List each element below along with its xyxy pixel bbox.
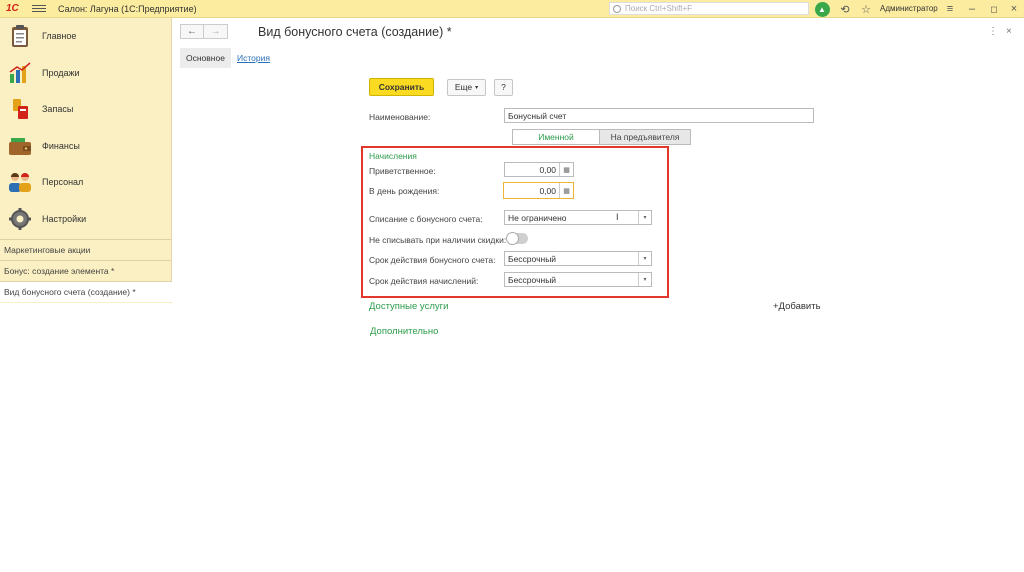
form-close-icon[interactable]: ×	[1006, 26, 1012, 37]
account-term-select[interactable]: Бессрочный ▾	[504, 251, 652, 266]
writeoff-label: Списание с бонусного счета:	[369, 214, 483, 224]
sidebar-item-label: Запасы	[42, 104, 74, 115]
chevron-down-icon[interactable]: ▾	[638, 273, 651, 286]
chevron-down-icon[interactable]: ▾	[638, 211, 651, 224]
toggle-knob	[506, 232, 519, 245]
services-section-title[interactable]: Доступные услуги	[369, 301, 448, 312]
sidebar-item-main[interactable]: Главное	[0, 18, 171, 55]
welcome-label: Приветственное:	[369, 166, 436, 176]
sidebar-item-label: Настройки	[42, 213, 87, 224]
welcome-bonus-field[interactable]: 0,00 ▦	[504, 162, 574, 177]
sidebar-item-inventory[interactable]: Запасы	[0, 91, 171, 128]
no-writeoff-toggle[interactable]	[506, 232, 528, 245]
welcome-bonus-value: 0,00	[539, 164, 556, 175]
account-term-value: Бессрочный	[508, 253, 557, 264]
add-service-button[interactable]: +Добавить	[773, 301, 821, 312]
save-button[interactable]: Сохранить	[369, 78, 434, 96]
inventory-icon	[7, 96, 33, 122]
more-button-label: Еще	[454, 82, 473, 92]
no-writeoff-label: Не списывать при наличии скидки:	[369, 235, 507, 245]
app-logo: 1С	[6, 3, 19, 14]
sidebar-item-sales[interactable]: Продажи	[0, 55, 171, 92]
writeoff-select[interactable]: Не ограничено ▾	[504, 210, 652, 225]
sales-chart-icon	[7, 60, 33, 86]
open-windows-list: Маркетинговые акции Бонус: создание элем…	[0, 239, 172, 302]
help-button[interactable]: ?	[494, 78, 513, 96]
people-icon	[7, 169, 33, 195]
sidebar-item-label: Персонал	[42, 177, 84, 188]
top-bar: 1С Салон: Лагуна (1С:Предприятие) Поиск …	[0, 0, 1024, 18]
writeoff-value: Не ограничено	[508, 212, 567, 223]
open-window-item[interactable]: Бонус: создание элемента *	[0, 260, 172, 281]
history-icon[interactable]: ⟲	[837, 1, 853, 17]
navigation-buttons: ← →	[180, 24, 228, 39]
form-toolbar: Сохранить Еще ▾ ?	[369, 78, 513, 96]
open-window-item[interactable]: Маркетинговые акции	[0, 239, 172, 260]
tab-main[interactable]: Основное	[180, 48, 231, 68]
account-kind-switch: Именной На предъявителя	[512, 129, 691, 145]
birthday-bonus-field[interactable]: 0,00 ▦	[503, 182, 574, 199]
tab-history[interactable]: История	[231, 48, 276, 68]
account-term-label: Срок действия бонусного счета:	[369, 255, 496, 265]
accrual-term-select[interactable]: Бессрочный ▾	[504, 272, 652, 287]
form-tabs: Основное История	[180, 48, 276, 68]
back-arrow-icon[interactable]: ←	[180, 24, 204, 39]
chevron-down-icon: ▾	[475, 84, 479, 91]
open-window-item-active[interactable]: Вид бонусного счета (создание) *	[0, 281, 172, 302]
notifications-icon[interactable]: ▲	[814, 1, 830, 17]
search-icon	[613, 4, 621, 13]
kind-option-named[interactable]: Именной	[512, 129, 600, 145]
wallet-icon	[7, 133, 33, 159]
name-field[interactable]: Бонусный счет	[504, 108, 814, 123]
birthday-label: В день рождения:	[369, 186, 440, 196]
accrual-term-label: Срок действия начислений:	[369, 276, 479, 286]
search-placeholder: Поиск Ctrl+Shift+F	[625, 4, 693, 13]
favorites-star-icon[interactable]: ☆	[858, 1, 874, 17]
sidebar-item-label: Продажи	[42, 67, 80, 78]
sidebar-item-settings[interactable]: Настройки	[0, 201, 171, 238]
sidebar-item-label: Главное	[42, 31, 77, 42]
sidebar-item-staff[interactable]: Персонал	[0, 164, 171, 201]
calculator-icon[interactable]: ▦	[559, 183, 573, 198]
search-input[interactable]: Поиск Ctrl+Shift+F	[609, 2, 809, 15]
sidebar-item-finance[interactable]: Финансы	[0, 128, 171, 165]
birthday-bonus-value: 0,00	[539, 185, 556, 196]
main-menu-icon[interactable]	[32, 3, 46, 14]
accrual-term-value: Бессрочный	[508, 274, 557, 285]
gear-icon	[7, 206, 33, 232]
additional-section-title[interactable]: Дополнительно	[370, 326, 438, 337]
forward-arrow-icon[interactable]: →	[204, 24, 228, 39]
restore-icon[interactable]: ◻	[986, 1, 1002, 17]
sidebar-empty-area	[0, 303, 172, 572]
more-button[interactable]: Еще ▾	[447, 78, 486, 96]
settings-lines-icon[interactable]: ≡	[942, 1, 958, 17]
chevron-down-icon[interactable]: ▾	[638, 252, 651, 265]
text-cursor-icon: I	[616, 212, 619, 222]
name-label: Наименование:	[369, 112, 431, 122]
clipboard-icon	[7, 23, 33, 49]
accruals-group-title: Начисления	[369, 151, 417, 161]
close-icon[interactable]: ×	[1006, 1, 1022, 17]
page-title: Вид бонусного счета (создание) *	[258, 25, 452, 39]
calculator-icon[interactable]: ▦	[559, 163, 573, 176]
sidebar: Главное Продажи Запасы Финансы Персонал …	[0, 18, 172, 572]
more-actions-icon[interactable]: ⋮	[988, 26, 998, 37]
minimize-icon[interactable]: –	[964, 1, 980, 17]
user-name[interactable]: Администратор	[880, 4, 938, 13]
kind-option-bearer[interactable]: На предъявителя	[600, 129, 691, 145]
app-title: Салон: Лагуна (1С:Предприятие)	[58, 3, 197, 14]
sidebar-item-label: Финансы	[42, 140, 80, 151]
